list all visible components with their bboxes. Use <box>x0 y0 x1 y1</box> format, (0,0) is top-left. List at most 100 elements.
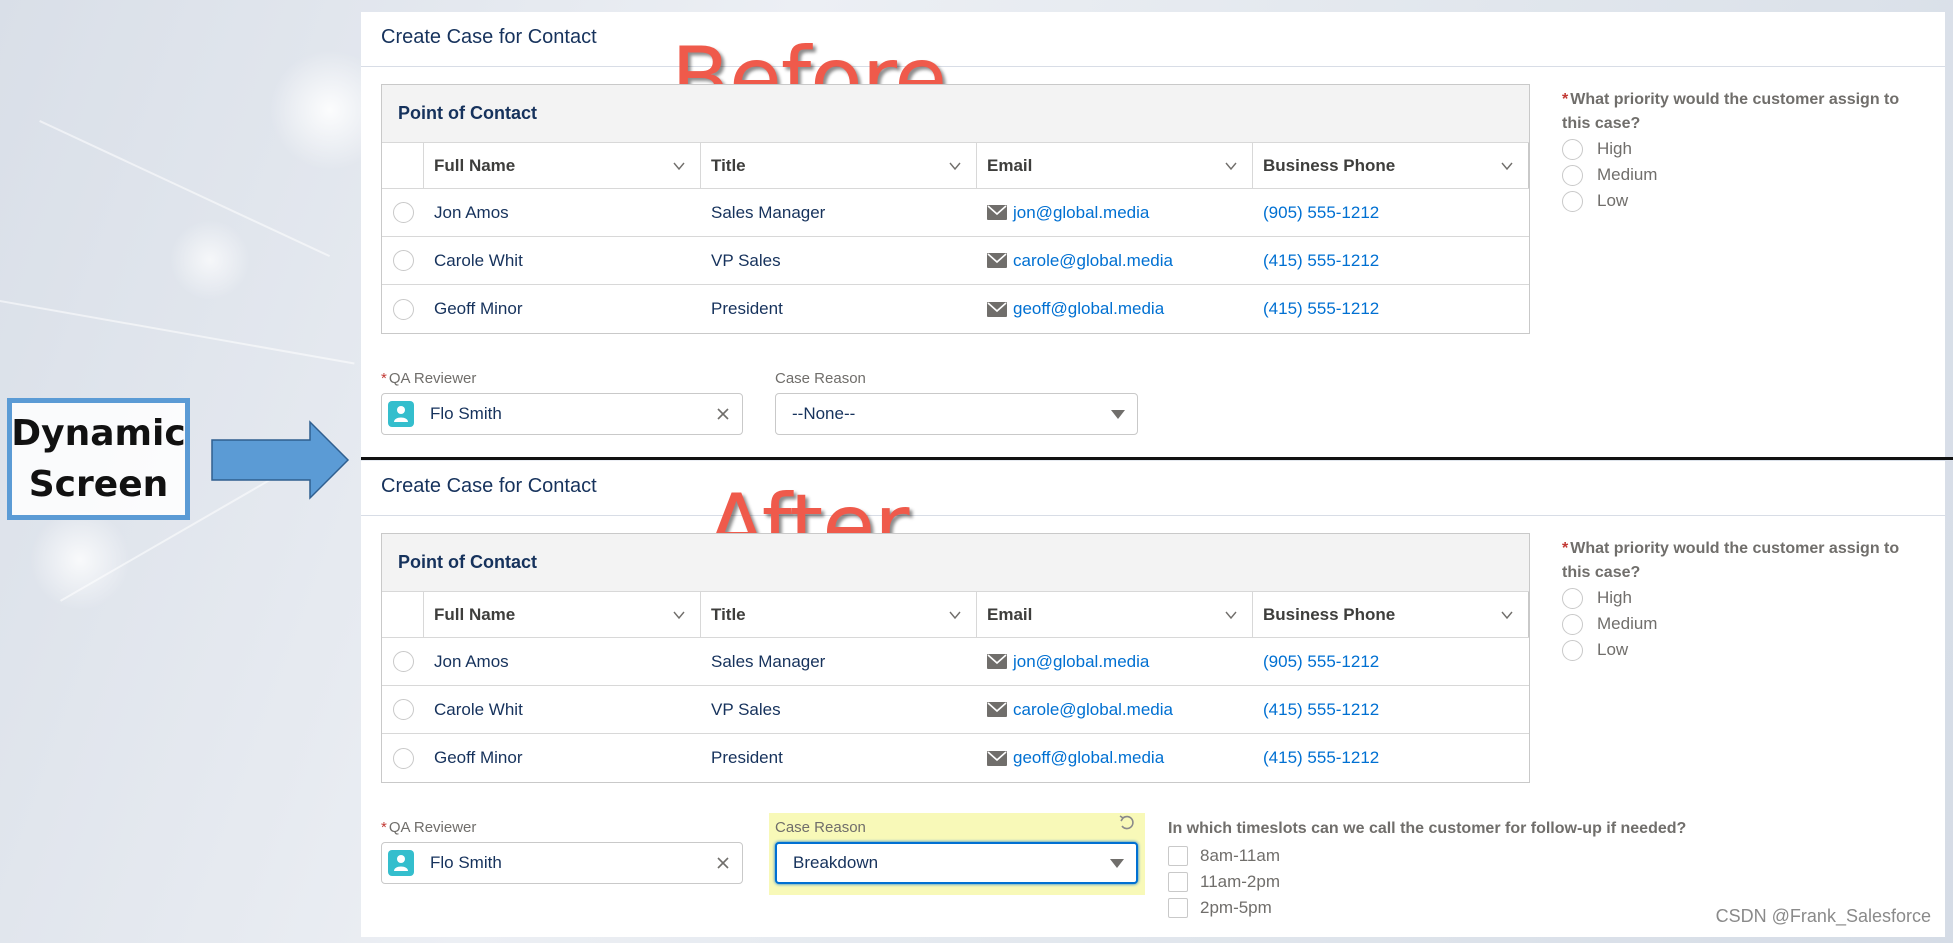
title-cell: President <box>711 299 783 318</box>
phone-link[interactable]: (415) 555-1212 <box>1263 700 1379 720</box>
column-header-business-phone[interactable]: Business Phone <box>1253 592 1529 637</box>
column-header-email[interactable]: Email <box>977 143 1253 188</box>
table-row: Geoff Minor President geoff@global.media… <box>382 285 1529 333</box>
chevron-down-icon[interactable] <box>1500 159 1514 173</box>
checkbox[interactable] <box>1168 898 1188 918</box>
email-icon <box>987 301 1007 317</box>
column-header-title[interactable]: Title <box>701 592 977 637</box>
option-label: High <box>1597 139 1632 158</box>
full-name-cell: Geoff Minor <box>434 748 523 767</box>
title-cell: VP Sales <box>711 250 781 270</box>
priority-option-low[interactable]: Low <box>1562 637 1922 663</box>
phone-link[interactable]: (415) 555-1212 <box>1263 251 1379 271</box>
radio-button[interactable] <box>1562 164 1583 186</box>
background-line <box>0 300 355 365</box>
option-label: Low <box>1597 191 1629 210</box>
option-label: High <box>1597 588 1632 607</box>
background-line <box>39 120 331 258</box>
case-reason-select[interactable]: Breakdown <box>775 842 1138 884</box>
timeslot-question-label: In which timeslots can we call the custo… <box>1168 820 1687 837</box>
row-select-radio[interactable] <box>392 202 414 223</box>
priority-option-medium[interactable]: Medium <box>1562 611 1922 637</box>
priority-question-label: What priority would the customer assign … <box>1562 540 1900 581</box>
select-column-header <box>382 592 424 637</box>
timeslot-option-8am-11am[interactable]: 8am-11am <box>1168 843 1768 869</box>
required-marker: * <box>1562 91 1569 108</box>
table-title: Point of Contact <box>382 534 1529 592</box>
row-select-radio[interactable] <box>392 747 414 769</box>
email-link[interactable]: carole@global.media <box>1013 251 1173 271</box>
phone-link[interactable]: (415) 555-1212 <box>1263 299 1379 319</box>
priority-option-high[interactable]: High <box>1562 585 1922 611</box>
phone-link[interactable]: (905) 555-1212 <box>1263 652 1379 672</box>
email-link[interactable]: geoff@global.media <box>1013 299 1164 319</box>
case-reason-value: Breakdown <box>793 853 879 872</box>
checkbox[interactable] <box>1168 846 1188 866</box>
column-header-full-name[interactable]: Full Name <box>424 143 701 188</box>
email-icon <box>987 702 1007 717</box>
title-cell: Sales Manager <box>711 651 826 671</box>
radio-button[interactable] <box>1562 639 1583 661</box>
radio-button[interactable] <box>1562 613 1583 635</box>
radio-button[interactable] <box>1562 138 1583 160</box>
watermark: CSDN @Frank_Salesforce <box>1715 906 1931 926</box>
email-link[interactable]: carole@global.media <box>1013 700 1173 720</box>
column-header-title[interactable]: Title <box>701 143 977 188</box>
full-name-cell: Jon Amos <box>434 202 509 222</box>
row-select-radio[interactable] <box>392 699 414 720</box>
email-link[interactable]: geoff@global.media <box>1013 748 1164 768</box>
chevron-down-icon[interactable] <box>948 608 962 622</box>
radio-button[interactable] <box>1562 587 1583 609</box>
phone-link[interactable]: (905) 555-1212 <box>1263 203 1379 223</box>
priority-option-low[interactable]: Low <box>1562 188 1922 214</box>
column-header-email[interactable]: Email <box>977 592 1253 637</box>
before-screen: Create Case for Contact Before Point of … <box>361 12 1945 458</box>
option-label: Low <box>1597 640 1629 659</box>
column-label: Email <box>987 604 1033 624</box>
email-link[interactable]: jon@global.media <box>1013 203 1149 223</box>
option-label: 8am-11am <box>1200 846 1280 865</box>
case-reason-select[interactable]: --None-- <box>775 393 1138 435</box>
timeslot-option-2pm-5pm[interactable]: 2pm-5pm <box>1168 895 1768 921</box>
priority-option-high[interactable]: High <box>1562 136 1922 162</box>
screen-title: Create Case for Contact <box>381 475 597 497</box>
email-icon <box>987 750 1007 766</box>
row-select-radio[interactable] <box>392 298 414 320</box>
chevron-down-icon[interactable] <box>672 159 686 173</box>
priority-option-medium[interactable]: Medium <box>1562 162 1922 188</box>
chevron-down-icon[interactable] <box>1224 159 1238 173</box>
column-header-business-phone[interactable]: Business Phone <box>1253 143 1529 188</box>
point-of-contact-table: Point of Contact Full Name Title Email B… <box>381 84 1530 334</box>
row-select-radio[interactable] <box>392 250 414 271</box>
clear-icon[interactable] <box>716 856 730 870</box>
chevron-down-icon[interactable] <box>1500 608 1514 622</box>
undo-icon[interactable] <box>1118 814 1136 832</box>
column-header-full-name[interactable]: Full Name <box>424 592 701 637</box>
required-marker: * <box>1562 540 1569 557</box>
point-of-contact-table: Point of Contact Full Name Title Email B… <box>381 533 1530 783</box>
contact-avatar-icon <box>388 850 414 876</box>
clear-icon[interactable] <box>716 407 730 421</box>
chevron-down-icon[interactable] <box>1224 608 1238 622</box>
before-after-divider <box>361 457 1953 460</box>
column-label: Business Phone <box>1263 604 1396 624</box>
callout-line-1: Dynamic <box>11 413 186 454</box>
radio-button[interactable] <box>1562 190 1583 212</box>
chevron-down-icon[interactable] <box>948 159 962 173</box>
full-name-cell: Carole Whit <box>434 250 523 270</box>
row-select-radio[interactable] <box>392 651 414 672</box>
email-icon <box>987 205 1007 220</box>
qa-reviewer-lookup[interactable]: Flo Smith <box>381 393 743 435</box>
title-cell: Sales Manager <box>711 202 826 222</box>
column-label: Full Name <box>434 604 516 624</box>
full-name-cell: Geoff Minor <box>434 299 523 318</box>
timeslot-option-11am-2pm[interactable]: 11am-2pm <box>1168 869 1768 895</box>
callout-line-2: Screen <box>28 464 169 505</box>
phone-link[interactable]: (415) 555-1212 <box>1263 748 1379 768</box>
chevron-down-icon[interactable] <box>672 608 686 622</box>
qa-reviewer-lookup[interactable]: Flo Smith <box>381 842 743 884</box>
table-row: Carole Whit VP Sales carole@global.media… <box>382 686 1529 734</box>
email-link[interactable]: jon@global.media <box>1013 652 1149 672</box>
header-divider <box>361 515 1945 516</box>
checkbox[interactable] <box>1168 872 1188 892</box>
